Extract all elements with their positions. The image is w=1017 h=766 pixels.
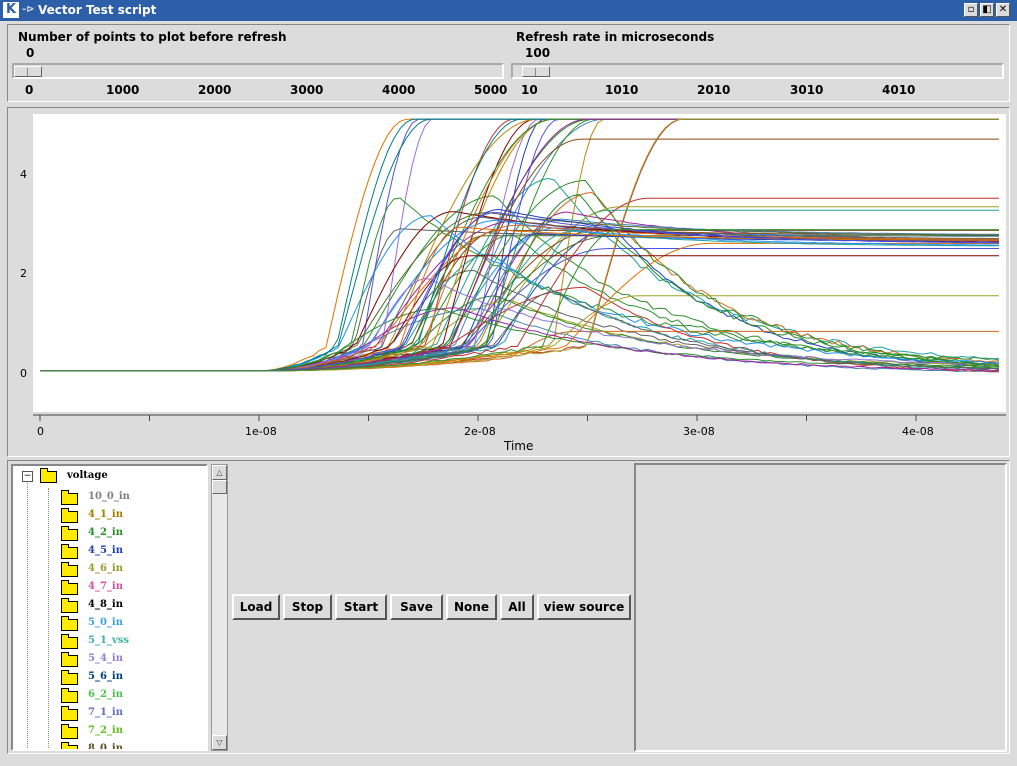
refresh-label: Refresh rate in microseconds [516, 30, 715, 44]
refresh-tick: 10 [521, 83, 538, 97]
tree-item[interactable]: 4_7_in [88, 581, 123, 599]
refresh-tick: 4010 [882, 83, 916, 97]
refresh-slider[interactable] [511, 63, 1004, 79]
y-tick-label: 4 [20, 168, 27, 181]
tree-item[interactable]: 7_1_in [88, 707, 123, 725]
tree-item[interactable]: 4_6_in [88, 563, 123, 581]
folder-icon [61, 490, 78, 505]
tree-item[interactable]: 5_0_in [88, 617, 123, 635]
tree-item[interactable]: 5_1_vss [88, 635, 129, 653]
window-title: Vector Test script [38, 3, 157, 17]
tree-root-voltage[interactable]: voltage [67, 470, 108, 488]
trace-line [40, 224, 1000, 372]
plot-area[interactable] [33, 114, 1006, 412]
tree-item[interactable]: 5_4_in [88, 653, 123, 671]
points-tick: 3000 [290, 83, 324, 97]
x-axis-label: Time [504, 439, 534, 453]
tree-item[interactable]: 4_8_in [88, 599, 123, 617]
folder-icon [61, 670, 78, 685]
tree-item[interactable]: 4_1_in [88, 509, 123, 527]
all-button[interactable]: All [500, 594, 534, 620]
tree-item[interactable]: 4_5_in [88, 545, 123, 563]
collapse-toggle[interactable]: − [22, 471, 33, 482]
x-tick-label: 2e-08 [464, 425, 496, 438]
folder-icon [61, 526, 78, 541]
folder-icon [61, 634, 78, 649]
trace-line [40, 295, 1000, 372]
folder-icon [61, 706, 78, 721]
folder-icon [61, 562, 78, 577]
folder-icon [61, 580, 78, 595]
y-tick-label: 0 [20, 367, 27, 380]
scroll-down-button[interactable]: ▽ [212, 735, 227, 750]
minimize-button[interactable]: ▫ [964, 3, 978, 17]
y-tick-label: 2 [20, 267, 27, 280]
save-button[interactable]: Save [390, 594, 443, 620]
folder-icon [61, 742, 78, 749]
tree-item[interactable]: 6_2_in [88, 689, 123, 707]
x-tick-label: 3e-08 [683, 425, 715, 438]
start-button[interactable]: Start [335, 594, 387, 620]
points-label: Number of points to plot before refresh [18, 30, 287, 44]
tree-scrollbar[interactable]: △ ▽ [211, 464, 228, 751]
tree-item[interactable]: 10_0_in [88, 491, 130, 509]
view-source-button[interactable]: view source [537, 594, 631, 620]
scroll-thumb[interactable] [212, 480, 227, 494]
points-slider-handle[interactable] [14, 66, 42, 77]
refresh-tick: 2010 [697, 83, 731, 97]
maximize-button[interactable]: ◧ [980, 3, 994, 17]
tree-item[interactable]: 8_0_in [88, 743, 123, 749]
points-value: 0 [26, 46, 35, 60]
scroll-up-button[interactable]: △ [212, 465, 227, 480]
stop-button[interactable]: Stop [283, 594, 332, 620]
points-tick: 2000 [198, 83, 232, 97]
refresh-value: 100 [525, 46, 551, 60]
folder-icon [61, 544, 78, 559]
chart-canvas [40, 118, 1000, 373]
folder-icon [61, 508, 78, 523]
close-button[interactable]: ✕ [996, 3, 1010, 17]
x-tick-label: 4e-08 [902, 425, 934, 438]
refresh-tick: 3010 [790, 83, 824, 97]
trace-line [40, 295, 999, 372]
points-tick: 4000 [382, 83, 416, 97]
folder-icon [40, 468, 57, 483]
folder-icon [61, 652, 78, 667]
x-tick-label: 0 [37, 425, 44, 438]
none-button[interactable]: None [446, 594, 497, 620]
load-button[interactable]: Load [232, 594, 280, 620]
points-tick: 1000 [106, 83, 140, 97]
folder-icon [61, 616, 78, 631]
title-bar: K -⊳ Vector Test script ▫ ◧ ✕ [0, 0, 1017, 21]
tree-item[interactable]: 5_6_in [88, 671, 123, 689]
points-slider[interactable] [12, 63, 504, 79]
pin-icon[interactable]: -⊳ [22, 4, 35, 15]
points-tick: 5000 [474, 83, 508, 97]
refresh-tick: 1010 [605, 83, 639, 97]
x-tick-label: 1e-08 [245, 425, 277, 438]
points-tick: 0 [25, 83, 34, 97]
folder-icon [61, 724, 78, 739]
folder-icon [61, 598, 78, 613]
app-icon[interactable]: K [3, 2, 19, 18]
tree-item[interactable]: 4_2_in [88, 527, 123, 545]
folder-icon [61, 688, 78, 703]
source-view-panel [634, 463, 1007, 752]
tree-item[interactable]: 7_2_in [88, 725, 123, 743]
refresh-slider-handle[interactable] [522, 66, 550, 77]
trace-line [40, 138, 999, 372]
signal-tree[interactable]: − voltage 10_0_in 4_1_in 4_2_in 4_5_in 4_6_i… [11, 464, 208, 751]
